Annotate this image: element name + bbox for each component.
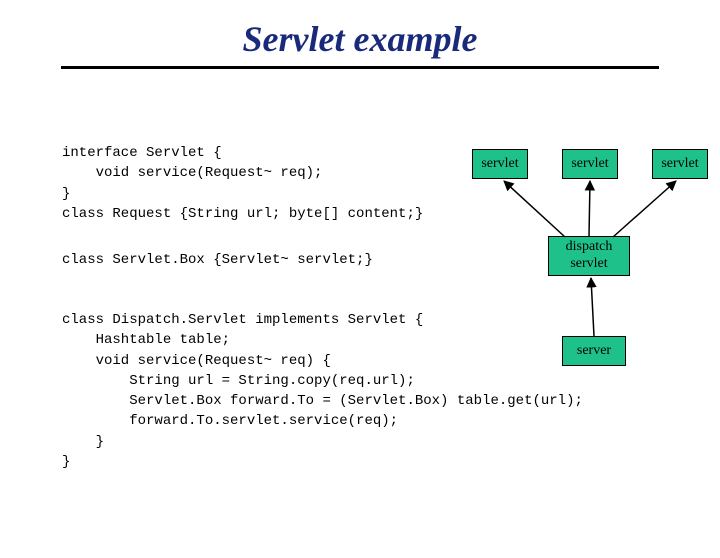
page-title: Servlet example — [0, 18, 720, 60]
arrows-overlay — [0, 18, 720, 558]
dispatch-servlet-box: dispatch servlet — [548, 236, 630, 276]
server-box: server — [562, 336, 626, 366]
title-underline — [61, 66, 659, 69]
servlet-box-3: servlet — [652, 149, 708, 179]
code-block-servletbox: class Servlet.Box {Servlet~ servlet;} — [62, 250, 373, 270]
servlet-box-1: servlet — [472, 149, 528, 179]
code-block-dispatch: class Dispatch.Servlet implements Servle… — [62, 310, 583, 472]
code-block-interface: interface Servlet { void service(Request… — [62, 143, 423, 224]
servlet-box-2: servlet — [562, 149, 618, 179]
